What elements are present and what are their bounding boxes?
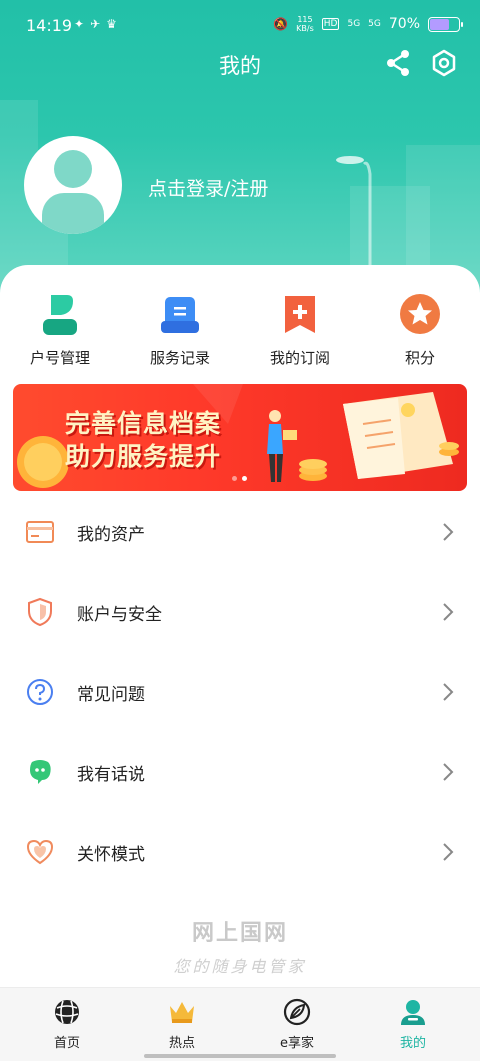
service-record-icon xyxy=(161,297,199,333)
card-icon xyxy=(26,521,54,543)
battery-icon xyxy=(428,16,463,32)
notification-bird-icon: ✈ xyxy=(90,17,101,31)
settings-icon[interactable] xyxy=(430,48,458,78)
share-icon[interactable] xyxy=(384,48,412,78)
menu-item-faq[interactable]: 常见问题 xyxy=(0,652,480,732)
quick-action-label: 户号管理 xyxy=(29,349,90,367)
question-icon xyxy=(27,679,53,705)
chevron-right-icon xyxy=(443,603,454,621)
brand-slogan: 您的随身电管家 xyxy=(173,957,307,976)
tab-mine[interactable]: 我的 xyxy=(353,996,473,1051)
tab-label: 热点 xyxy=(168,1036,195,1051)
mute-icon: 🔕 xyxy=(273,17,289,31)
menu-item-label: 关怀模式 xyxy=(77,845,145,865)
status-time: 14:19 xyxy=(26,16,73,35)
subscription-icon xyxy=(285,296,315,333)
menu-item-label: 我的资产 xyxy=(77,525,145,545)
heart-icon xyxy=(26,839,54,865)
avatar-body xyxy=(42,193,104,234)
login-register-link[interactable]: 点击登录/注册 xyxy=(148,174,268,201)
tab-label: 我的 xyxy=(399,1036,426,1051)
profile-icon xyxy=(401,1000,425,1025)
promo-banner[interactable]: 完善信息档案 助力服务提升 xyxy=(13,384,467,491)
status-bar: 14:19 ✦ ✈ ♛ 🔕 115 KB/s HD 5G 5G 70% xyxy=(0,0,480,52)
menu-item-label: 账户与安全 xyxy=(77,605,162,625)
avatar-head xyxy=(54,150,92,188)
menu-item-account-security[interactable]: 账户与安全 xyxy=(0,572,480,652)
menu-item-care-mode[interactable]: 关怀模式 xyxy=(0,812,480,892)
star-points-icon xyxy=(400,294,440,334)
quick-action-subscription[interactable]: 我的订阅 xyxy=(240,291,360,368)
banner-dot xyxy=(232,476,237,481)
status-right: 🔕 115 KB/s HD 5G 5G 70% xyxy=(273,15,463,33)
signal-5g-1: 5G xyxy=(347,19,361,29)
brand-name: 网上国网 xyxy=(191,921,288,946)
quick-action-points[interactable]: 积分 xyxy=(360,291,480,368)
quick-action-service-record[interactable]: 服务记录 xyxy=(120,291,240,368)
tab-e-home[interactable]: e享家 xyxy=(237,996,357,1051)
quick-action-label: 服务记录 xyxy=(149,349,210,367)
banner-pagination xyxy=(232,476,247,481)
menu-item-label: 我有话说 xyxy=(77,765,145,785)
quick-actions: 户号管理 服务记录 我的订阅 积分 xyxy=(0,291,480,371)
tab-home[interactable]: 首页 xyxy=(7,996,127,1051)
chevron-right-icon xyxy=(443,843,454,861)
avatar[interactable] xyxy=(24,136,122,234)
street-lamp-icon xyxy=(336,156,372,274)
quick-action-label: 积分 xyxy=(404,349,435,367)
home-indicator[interactable] xyxy=(144,1054,336,1058)
chevron-right-icon xyxy=(443,523,454,541)
menu-item-feedback[interactable]: 我有话说 xyxy=(0,732,480,812)
signal-5g-2: 5G xyxy=(368,19,381,29)
tab-label: e享家 xyxy=(280,1036,314,1051)
notification-crown-icon: ♛ xyxy=(106,17,117,31)
quick-action-account[interactable]: 户号管理 xyxy=(0,291,120,368)
chevron-right-icon xyxy=(443,763,454,781)
shield-icon xyxy=(28,597,52,627)
crown-icon xyxy=(170,1002,194,1023)
profile-header: 14:19 ✦ ✈ ♛ 🔕 115 KB/s HD 5G 5G 70% 我的 点… xyxy=(0,0,480,300)
tab-hot[interactable]: 热点 xyxy=(122,996,242,1051)
banner-line-1: 完善信息档案 xyxy=(65,409,222,438)
status-left-icons: ✦ ✈ ♛ xyxy=(74,17,117,31)
bottom-tab-bar: 首页 热点 e享家 我的 xyxy=(0,987,480,1061)
battery-percent: 70% xyxy=(388,16,420,32)
menu-item-my-assets[interactable]: 我的资产 xyxy=(0,492,480,572)
quick-action-label: 我的订阅 xyxy=(269,349,330,367)
menu-item-label: 常见问题 xyxy=(77,685,145,705)
banner-dot-active xyxy=(242,476,247,481)
net-speed: 115 KB/s xyxy=(296,15,314,33)
chevron-right-icon xyxy=(443,683,454,701)
banner-line-2: 助力服务提升 xyxy=(65,442,222,471)
footer-brand: 网上国网 您的随身电管家 xyxy=(0,915,480,977)
notification-app-icon: ✦ xyxy=(74,17,85,31)
hd-badge: HD xyxy=(321,18,340,30)
user-account-icon xyxy=(43,295,77,335)
tab-label: 首页 xyxy=(53,1036,80,1051)
chat-icon xyxy=(30,760,51,784)
leaf-icon xyxy=(283,998,311,1026)
globe-icon xyxy=(55,1000,79,1024)
